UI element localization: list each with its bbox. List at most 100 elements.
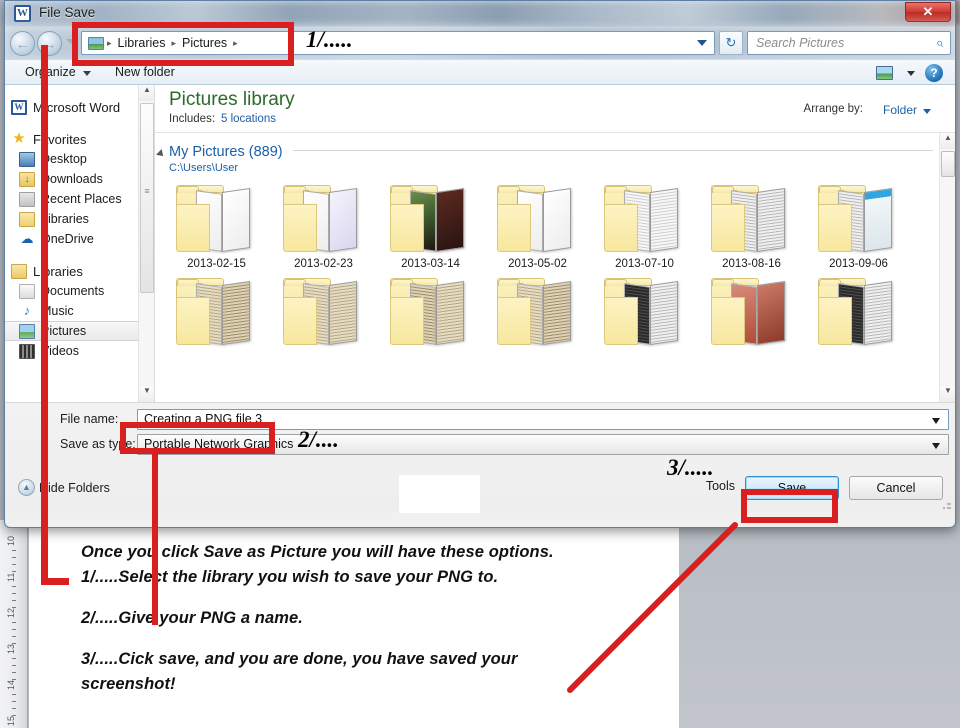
chevron-down-icon[interactable] bbox=[932, 418, 940, 424]
sidebar-item-onedrive[interactable]: ☁ OneDrive bbox=[5, 229, 154, 249]
ruler-tick bbox=[12, 701, 16, 702]
word-page: Once you click Save as Picture you will … bbox=[29, 520, 679, 728]
resize-grip[interactable] bbox=[942, 500, 952, 510]
folder-grid: 2013-02-15 2013-02-23 2013-03-14 2013-05… bbox=[155, 174, 955, 349]
sidebar-item-label: Libraries bbox=[41, 212, 89, 226]
folder-item[interactable] bbox=[698, 275, 805, 349]
sidebar-item-label: Documents bbox=[41, 284, 105, 298]
arrange-by-value[interactable]: Folder bbox=[883, 103, 917, 117]
sidebar-group-favorites[interactable]: ★ Favorites bbox=[5, 129, 154, 149]
scroll-down-icon[interactable]: ▼ bbox=[940, 386, 955, 402]
chevron-down-icon[interactable] bbox=[83, 71, 91, 76]
word-document-background: 10 11 12 13 14 15 Once you click Save as Pict… bbox=[0, 520, 960, 728]
ruler-number: 14 bbox=[6, 679, 16, 690]
chevron-down-icon[interactable] bbox=[923, 109, 931, 114]
sidebar-item-pictures[interactable]: Pictures bbox=[5, 321, 154, 341]
chevron-down-icon[interactable] bbox=[697, 40, 707, 46]
scrollbar-thumb[interactable] bbox=[941, 151, 955, 177]
folder-item[interactable] bbox=[270, 275, 377, 349]
folder-item[interactable] bbox=[484, 275, 591, 349]
cancel-button[interactable]: Cancel bbox=[849, 476, 943, 500]
folder-label: 2013-05-02 bbox=[508, 258, 567, 270]
chevron-down-icon[interactable] bbox=[932, 443, 940, 449]
folder-item[interactable] bbox=[591, 275, 698, 349]
folder-item[interactable]: 2013-09-06 bbox=[805, 182, 912, 270]
search-placeholder: Search Pictures bbox=[756, 36, 845, 50]
page-title: Pictures library bbox=[169, 89, 295, 110]
ruler-tick bbox=[12, 593, 16, 594]
close-icon[interactable]: ✕ bbox=[905, 2, 951, 22]
ruler-tick bbox=[12, 708, 16, 709]
hide-folders-button[interactable]: Hide Folders bbox=[39, 481, 110, 495]
help-icon[interactable]: ? bbox=[925, 64, 943, 82]
folder-item[interactable] bbox=[163, 275, 270, 349]
folder-icon bbox=[814, 182, 904, 256]
new-folder-button[interactable]: New folder bbox=[115, 65, 175, 79]
libraries-icon bbox=[11, 263, 27, 279]
instruction-text: Once you click Save as Picture you will … bbox=[81, 540, 681, 697]
library-header: Pictures library Includes: 5 locations A… bbox=[155, 85, 955, 133]
hide-folders-icon[interactable]: ▲ bbox=[18, 479, 35, 496]
folder-item[interactable]: 2013-08-16 bbox=[698, 182, 805, 270]
folder-icon bbox=[279, 182, 369, 256]
ruler-number: 15 bbox=[6, 715, 16, 726]
folder-icon bbox=[600, 275, 690, 349]
back-button[interactable]: ← bbox=[10, 31, 35, 56]
annotation-box-filename bbox=[120, 422, 275, 454]
vertical-ruler: 10 11 12 13 14 15 bbox=[0, 520, 28, 728]
refresh-icon[interactable]: ↻ bbox=[719, 31, 743, 55]
sidebar-item-recent-places[interactable]: Recent Places bbox=[5, 189, 154, 209]
tools-button[interactable]: Tools bbox=[706, 479, 735, 493]
chevron-down-icon[interactable] bbox=[907, 71, 915, 76]
folder-item[interactable] bbox=[377, 275, 484, 349]
sidebar-item-microsoft-word[interactable]: W Microsoft Word bbox=[5, 97, 154, 117]
window-title: File Save bbox=[39, 5, 96, 20]
collapse-triangle-icon[interactable] bbox=[156, 149, 166, 159]
folder-item[interactable] bbox=[805, 275, 912, 349]
sidebar-item-documents[interactable]: Documents bbox=[5, 281, 154, 301]
ruler-tick bbox=[12, 557, 16, 558]
sidebar-item-music[interactable]: ♪ Music bbox=[5, 301, 154, 321]
folder-item[interactable]: 2013-07-10 bbox=[591, 182, 698, 270]
sidebar-item-downloads[interactable]: ↓ Downloads bbox=[5, 169, 154, 189]
folder-item[interactable]: 2013-02-23 bbox=[270, 182, 377, 270]
scroll-up-icon[interactable]: ▲ bbox=[940, 133, 955, 149]
folder-item[interactable]: 2013-02-15 bbox=[163, 182, 270, 270]
folder-icon bbox=[493, 275, 583, 349]
scrollbar-thumb[interactable] bbox=[140, 103, 154, 293]
search-icon: ⌕ bbox=[935, 35, 943, 50]
instruction-line-1: Once you click Save as Picture you will … bbox=[81, 543, 554, 561]
sidebar-item-desktop[interactable]: Desktop bbox=[5, 149, 154, 169]
desktop-icon bbox=[19, 151, 35, 167]
folder-row bbox=[163, 275, 955, 349]
change-view-icon[interactable] bbox=[876, 66, 893, 80]
folder-item[interactable]: 2013-05-02 bbox=[484, 182, 591, 270]
search-input[interactable]: Search Pictures ⌕ bbox=[747, 31, 951, 55]
folder-label: 2013-09-06 bbox=[829, 258, 888, 270]
word-icon: W bbox=[11, 99, 27, 115]
sidebar-group-libraries[interactable]: Libraries bbox=[5, 261, 154, 281]
instruction-line-2: 1/.....Select the library you wish to sa… bbox=[81, 568, 499, 586]
folder-item[interactable]: 2013-03-14 bbox=[377, 182, 484, 270]
sidebar-scrollbar[interactable]: ▲ ▼ bbox=[138, 85, 154, 402]
folder-icon bbox=[172, 275, 262, 349]
folder-icon bbox=[386, 182, 476, 256]
instruction-line-4: 3/.....Cick save, and you are done, you … bbox=[81, 650, 518, 668]
ruler-tick bbox=[12, 665, 16, 666]
group-header: My Pictures (889) C:\Users\User bbox=[155, 133, 955, 174]
sidebar-item-videos[interactable]: Videos bbox=[5, 341, 154, 361]
includes-locations-link[interactable]: 5 locations bbox=[221, 113, 276, 125]
ruler-number: 13 bbox=[6, 643, 16, 654]
word-icon: W bbox=[14, 5, 31, 22]
sidebar-item-libraries[interactable]: Libraries bbox=[5, 209, 154, 229]
folder-icon bbox=[707, 182, 797, 256]
organize-button[interactable]: Organize bbox=[25, 65, 76, 79]
scroll-up-icon[interactable]: ▲ bbox=[139, 85, 154, 101]
content-scrollbar[interactable]: ▲ ▼ bbox=[939, 133, 955, 402]
ruler-tick bbox=[12, 694, 16, 695]
scroll-down-icon[interactable]: ▼ bbox=[139, 386, 154, 402]
file-list-pane: Pictures library Includes: 5 locations A… bbox=[155, 85, 955, 402]
group-path: C:\Users\User bbox=[169, 162, 239, 174]
group-name[interactable]: My Pictures (889) bbox=[169, 144, 283, 160]
sidebar-item-label: Recent Places bbox=[41, 192, 122, 206]
